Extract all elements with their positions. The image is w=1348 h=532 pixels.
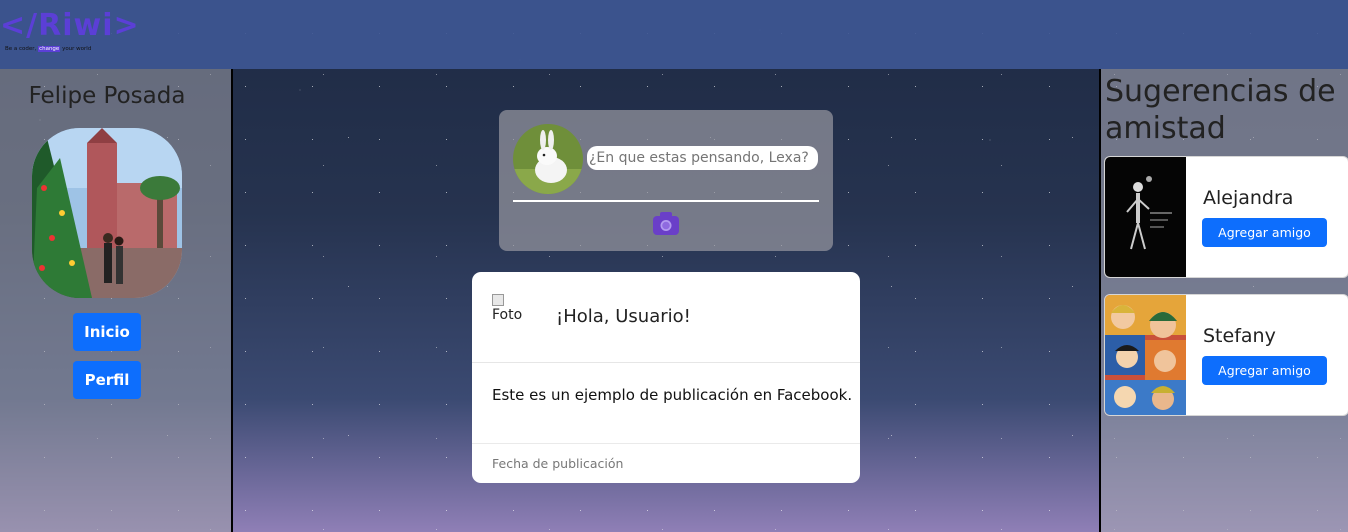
nav-inicio-button[interactable]: Inicio bbox=[73, 313, 141, 351]
add-friend-button[interactable]: Agregar amigo bbox=[1202, 218, 1327, 247]
friend-card: Stefany Agregar amigo bbox=[1104, 294, 1348, 416]
profile-user-name: Felipe Posada bbox=[28, 83, 186, 109]
post-photo-alt: Foto bbox=[492, 307, 523, 323]
broken-image-icon bbox=[492, 294, 504, 306]
nav-perfil-button[interactable]: Perfil bbox=[73, 361, 141, 399]
left-profile-panel: Felipe Posada Inicio Perfil bbox=[0, 69, 233, 532]
logo-text: </Riwi> bbox=[0, 8, 140, 43]
friend-name: Alejandra bbox=[1203, 187, 1294, 209]
logo-tagline: Be a coder, change your world bbox=[5, 46, 92, 52]
post-title: ¡Hola, Usuario! bbox=[556, 306, 691, 327]
friend-suggestions-panel: Sugerencias de amistad Alejandra Agregar… bbox=[1099, 69, 1348, 532]
profile-photo bbox=[32, 128, 182, 298]
post-composer bbox=[499, 110, 833, 251]
friend-card: Alejandra Agregar amigo bbox=[1104, 156, 1348, 278]
post-author-photo: Foto bbox=[492, 294, 532, 334]
profile-photo-image bbox=[32, 128, 182, 298]
top-navbar: </Riwi> Be a coder, change your world bbox=[0, 0, 1348, 69]
add-friend-button[interactable]: Agregar amigo bbox=[1202, 356, 1327, 385]
riwi-logo[interactable]: </Riwi> Be a coder, change your world bbox=[0, 8, 139, 58]
post-body: Este es un ejemplo de publicación en Fac… bbox=[492, 386, 853, 404]
rabbit-avatar-image bbox=[513, 124, 583, 194]
suggestions-title: Sugerencias de amistad bbox=[1105, 74, 1336, 146]
friend-photo-stefany bbox=[1105, 295, 1186, 415]
post-footer-divider bbox=[472, 443, 860, 444]
post-header-divider bbox=[472, 362, 860, 363]
composer-avatar bbox=[513, 124, 583, 194]
composer-divider bbox=[513, 200, 819, 202]
post-card: Foto ¡Hola, Usuario! Este es un ejemplo … bbox=[472, 272, 860, 483]
camera-icon[interactable] bbox=[652, 210, 680, 236]
friend-name: Stefany bbox=[1203, 325, 1276, 347]
main-feed: Foto ¡Hola, Usuario! Este es un ejemplo … bbox=[233, 69, 1099, 532]
whats-on-your-mind-input[interactable] bbox=[587, 146, 818, 170]
post-date: Fecha de publicación bbox=[492, 456, 624, 471]
friend-photo-alejandra bbox=[1105, 157, 1186, 277]
